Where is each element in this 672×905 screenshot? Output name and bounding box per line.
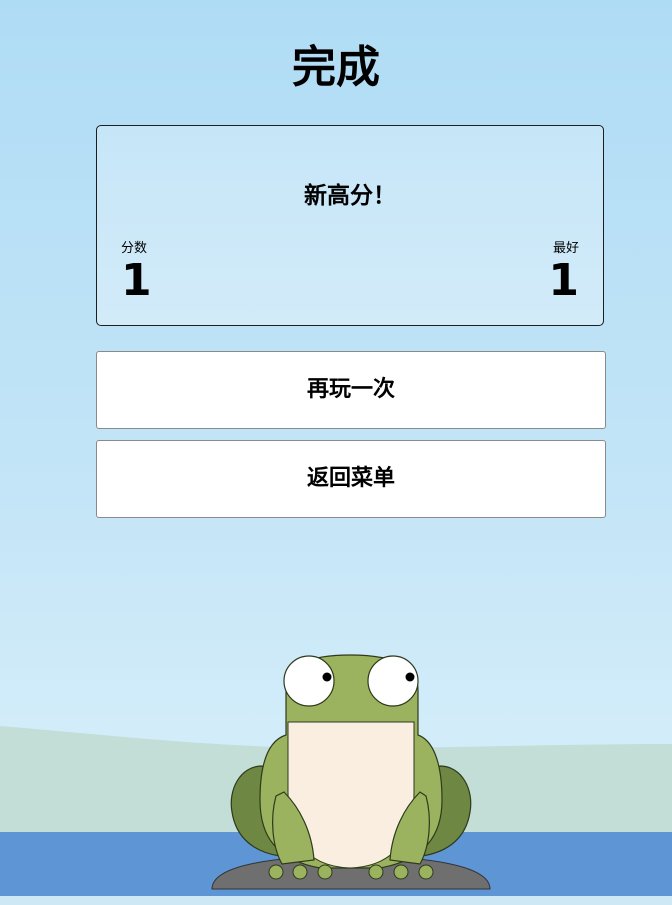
page-title: 完成 — [292, 42, 380, 93]
lily-pad — [211, 855, 491, 890]
score-card: 新高分！ 分数 1 最好 1 — [96, 125, 604, 326]
score-stat: 分数 1 — [121, 240, 152, 304]
water — [0, 832, 672, 905]
frog-left-eye — [283, 655, 335, 707]
frog-right-eye — [367, 655, 419, 707]
best-stat: 最好 1 — [548, 240, 579, 304]
frog-character — [230, 654, 472, 880]
best-value: 1 — [548, 255, 579, 306]
new-high-score-headline: 新高分！ — [304, 183, 396, 209]
play-again-button[interactable]: 再玩一次 — [96, 351, 606, 429]
score-value: 1 — [121, 255, 152, 306]
hill — [0, 726, 672, 835]
back-to-menu-button[interactable]: 返回菜单 — [96, 440, 606, 518]
